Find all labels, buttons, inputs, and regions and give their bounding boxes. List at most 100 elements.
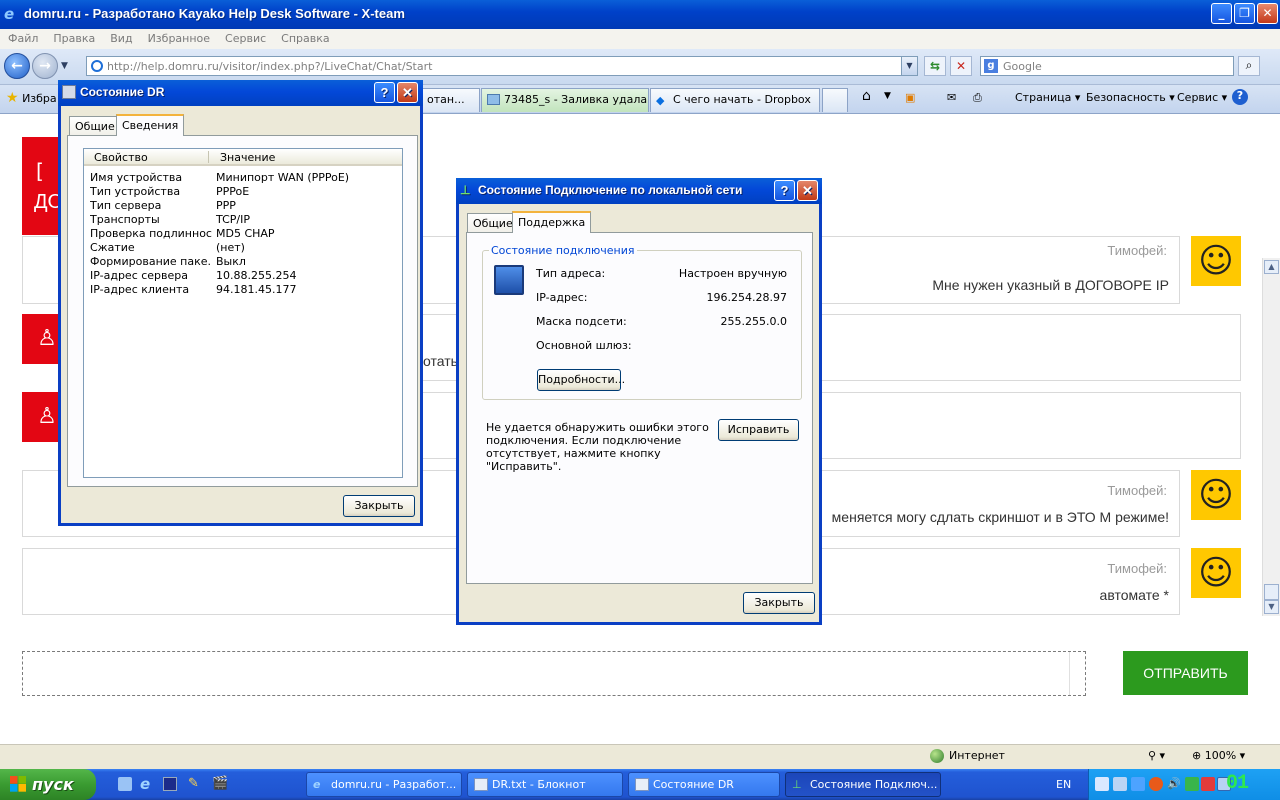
security-menu[interactable]: Безопасность ▾: [1086, 91, 1175, 104]
scroll-up-icon[interactable]: ▲: [1264, 260, 1279, 274]
favorites-label: Избра: [22, 92, 57, 105]
dialog-title: Состояние Подключение по локальной сети: [478, 183, 743, 197]
start-button[interactable]: пуск: [0, 769, 96, 800]
browser-tab-1[interactable]: отан...: [420, 88, 480, 112]
taskbar-item-dr-status[interactable]: Состояние DR: [628, 772, 780, 797]
column-property[interactable]: Свойство: [94, 151, 148, 164]
search-input[interactable]: g Google: [980, 56, 1234, 76]
feeds-icon[interactable]: ▣: [905, 91, 915, 104]
tray-app-icon[interactable]: [1149, 777, 1163, 791]
field-label: Маска подсети:: [536, 315, 627, 328]
browser-tab-3[interactable]: ◆ С чего начать - Dropbox: [650, 88, 820, 112]
search-placeholder: Google: [1003, 60, 1042, 73]
tab-support[interactable]: Поддержка: [512, 211, 592, 233]
system-tray: 🔊: [1088, 769, 1280, 800]
tools-menu[interactable]: Сервис ▾: [1177, 91, 1227, 104]
task-label: Состояние DR: [653, 778, 734, 791]
scroll-down-icon[interactable]: ▼: [1264, 600, 1279, 614]
help-button[interactable]: ?: [374, 82, 395, 103]
language-indicator[interactable]: EN: [1056, 778, 1071, 791]
input-scrollbar[interactable]: [1069, 652, 1085, 695]
details-button[interactable]: Подробности...: [537, 369, 625, 391]
taskbar-item-notepad[interactable]: DR.txt - Блокнот: [467, 772, 623, 797]
menu-bar: Файл Правка Вид Избранное Сервис Справка: [0, 29, 1280, 49]
clock[interactable]: 01: [1226, 772, 1249, 795]
maximize-button[interactable]: ❐: [1234, 3, 1255, 24]
quicklaunch-app-icon[interactable]: 🎬: [212, 776, 228, 791]
favorites-button[interactable]: ★ Избра: [6, 90, 57, 106]
repair-button[interactable]: Исправить: [718, 419, 799, 441]
menu-view[interactable]: Вид: [102, 29, 139, 45]
address-bar[interactable]: http://help.domru.ru/visitor/index.php?/…: [86, 56, 918, 76]
details-listview[interactable]: Свойство Значение Имя устройства Минипорт…: [83, 148, 403, 478]
back-button[interactable]: ←: [4, 53, 30, 79]
tray-app-icon[interactable]: [1131, 777, 1145, 791]
tab-label: 73485_s - Заливка удала...: [504, 93, 649, 106]
taskbar-item-lan-status[interactable]: ⊥ Состояние Подключ...: [785, 772, 941, 797]
minimize-button[interactable]: _: [1211, 3, 1232, 24]
taskbar-item-ie[interactable]: e domru.ru - Разработ...: [306, 772, 462, 797]
chat-message-input[interactable]: [22, 651, 1086, 696]
chat-scrollbar[interactable]: ▲ ▼: [1262, 258, 1280, 616]
menu-tools[interactable]: Сервис: [217, 29, 273, 45]
network-tray-icon[interactable]: [1095, 777, 1109, 791]
home-icon[interactable]: ⌂: [862, 88, 871, 104]
tray-app-icon[interactable]: [1185, 777, 1199, 791]
menu-file[interactable]: Файл: [0, 29, 45, 45]
dialog-titlebar[interactable]: ⊥ Состояние Подключение по локальной сет…: [456, 178, 822, 204]
close-dialog-button[interactable]: ✕: [797, 180, 818, 201]
operator-avatar: ☺: [1191, 548, 1241, 598]
favorites-star-icon: ★: [6, 90, 19, 106]
media-player-icon[interactable]: [163, 777, 177, 791]
stop-button[interactable]: ✕: [950, 56, 972, 76]
print-icon[interactable]: ⎙: [973, 91, 982, 105]
scroll-thumb[interactable]: [1264, 584, 1279, 600]
connection-icon: [62, 85, 76, 99]
ie-quicklaunch-icon[interactable]: e: [140, 775, 150, 793]
search-button[interactable]: ⌕: [1238, 56, 1260, 76]
close-button[interactable]: Закрыть: [343, 495, 415, 517]
refresh-button[interactable]: ⇆: [924, 56, 946, 76]
help-icon[interactable]: ?: [1232, 89, 1248, 105]
zoom-control[interactable]: ⊕ 100% ▾: [1192, 749, 1245, 762]
message-text: автомате *: [1099, 587, 1169, 603]
menu-favorites[interactable]: Избранное: [140, 29, 217, 45]
mail-icon[interactable]: ✉: [947, 91, 956, 104]
tab-label: отан...: [427, 93, 465, 106]
send-button[interactable]: ОТПРАВИТЬ: [1123, 651, 1248, 695]
tab-details[interactable]: Сведения: [116, 114, 185, 136]
close-window-button[interactable]: ✕: [1257, 3, 1278, 24]
tab-general[interactable]: Общие: [467, 213, 519, 233]
dialog-titlebar[interactable]: Состояние DR ? ✕: [58, 80, 423, 106]
browser-titlebar[interactable]: e domru.ru - Разработано Kayako Help Des…: [0, 0, 1280, 29]
menu-edit[interactable]: Правка: [45, 29, 102, 45]
close-dialog-button[interactable]: ✕: [397, 82, 418, 103]
browser-tab-2[interactable]: 73485_s - Заливка удала...: [481, 88, 649, 112]
lan-status-dialog: ⊥ Состояние Подключение по локальной сет…: [456, 178, 822, 625]
property-name: Тип сервера: [90, 199, 162, 212]
close-button[interactable]: Закрыть: [743, 592, 815, 614]
new-tab-button[interactable]: [822, 88, 848, 112]
property-name: Формирование паке...: [90, 255, 212, 268]
help-button[interactable]: ?: [774, 180, 795, 201]
protected-mode-icon[interactable]: ⚲ ▾: [1148, 749, 1165, 762]
address-dropdown-icon[interactable]: ▼: [901, 57, 917, 75]
property-value: PPP: [216, 199, 236, 212]
column-value[interactable]: Значение: [220, 151, 275, 164]
security-zone: Интернет: [930, 749, 1005, 763]
quicklaunch-app-icon[interactable]: ✎: [188, 776, 199, 791]
menu-help[interactable]: Справка: [273, 29, 336, 45]
ie-logo-icon: e: [4, 5, 15, 23]
tab-general[interactable]: Общие: [69, 116, 121, 136]
tray-app-icon[interactable]: [1201, 777, 1215, 791]
show-desktop-icon[interactable]: [118, 777, 132, 791]
forward-button[interactable]: →: [32, 53, 58, 79]
network-icon: ⊥: [792, 778, 802, 791]
network-tray-icon[interactable]: [1113, 777, 1127, 791]
history-dropdown-icon[interactable]: ▼: [61, 61, 68, 71]
volume-icon[interactable]: 🔊: [1167, 777, 1181, 791]
repair-description: Не удается обнаружить ошибки этого подкл…: [486, 421, 709, 473]
page-menu[interactable]: Страница ▾: [1015, 91, 1080, 104]
message-author: Тимофей:: [1107, 243, 1167, 258]
internet-zone-icon: [930, 749, 944, 763]
